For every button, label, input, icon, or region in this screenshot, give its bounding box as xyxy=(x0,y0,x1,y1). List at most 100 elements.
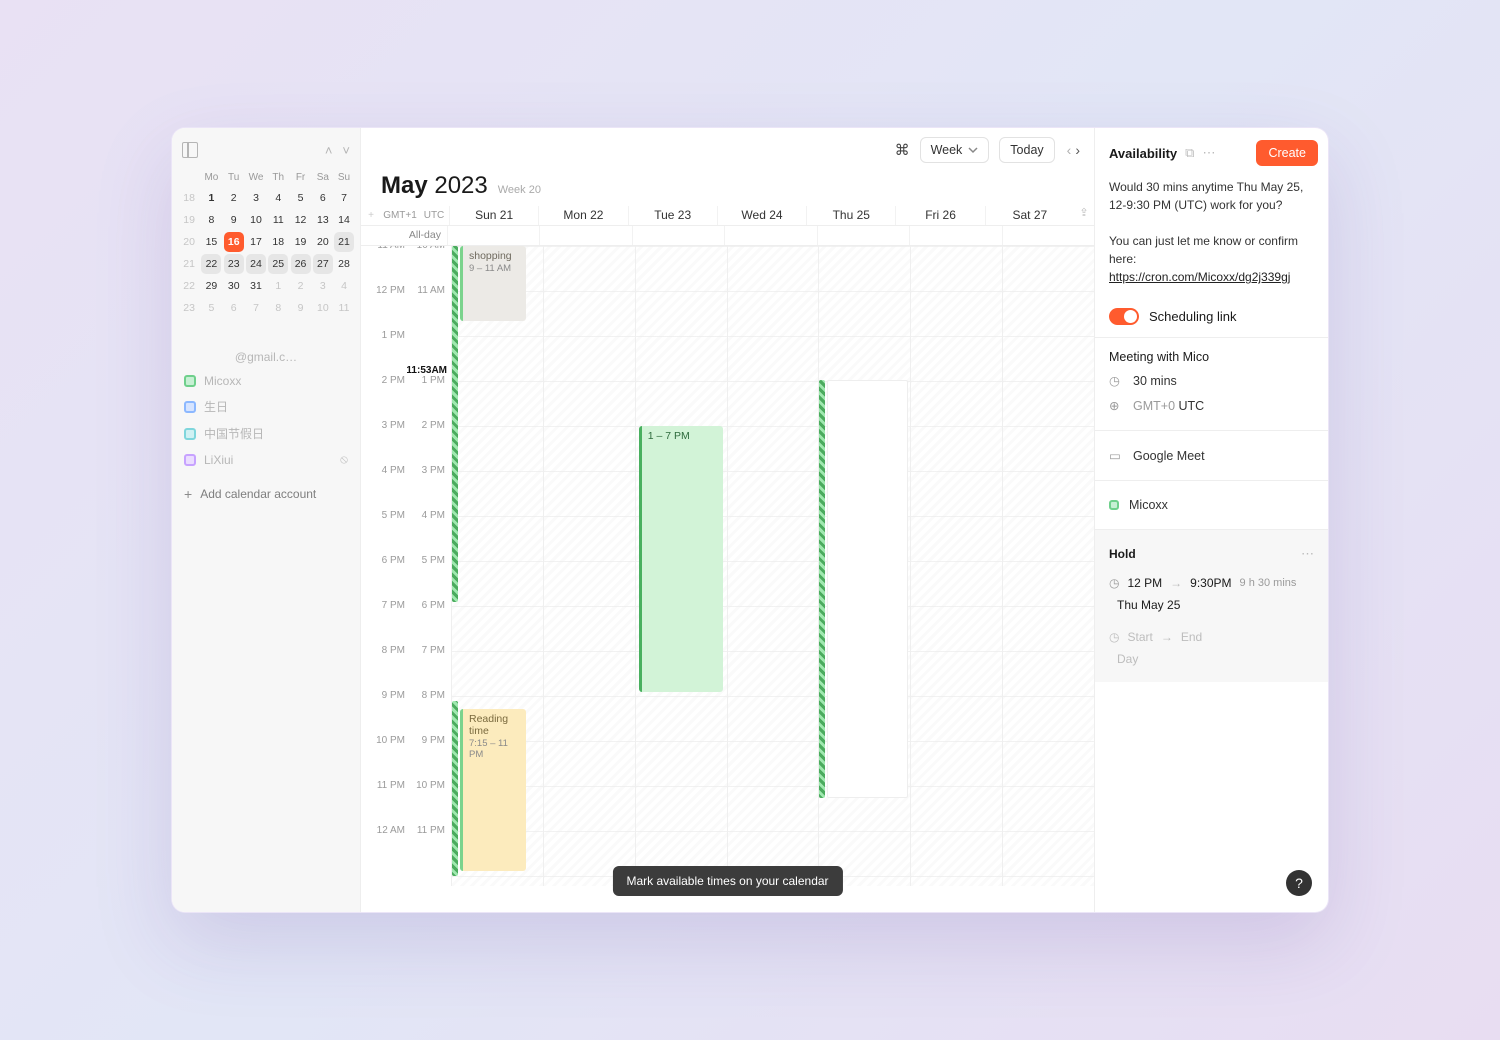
mini-cal-day[interactable]: 23 xyxy=(223,253,245,275)
day-header[interactable]: Wed 24 xyxy=(717,206,806,225)
mini-cal-day[interactable]: 27 xyxy=(312,253,334,275)
mini-cal-day[interactable]: 7 xyxy=(245,297,267,319)
hold-placeholder-day[interactable]: Day xyxy=(1109,648,1314,670)
calendar-item[interactable]: LiXiui ⦸ xyxy=(178,447,354,472)
mini-cal-day[interactable]: 31 xyxy=(245,275,267,297)
day-col-thu[interactable] xyxy=(818,246,910,886)
mini-cal-day[interactable]: 1 xyxy=(200,187,222,209)
day-header[interactable]: Fri 26 xyxy=(895,206,984,225)
mini-cal-day[interactable]: 11 xyxy=(334,297,354,319)
mini-cal-day[interactable]: 6 xyxy=(312,187,334,209)
mini-calendar[interactable]: MoTuWeThFrSaSu18123456719891011121314201… xyxy=(178,168,354,319)
mini-cal-prev-icon[interactable]: ˄ xyxy=(325,143,333,158)
duration-row[interactable]: ◷ 30 mins xyxy=(1109,368,1314,393)
day-header[interactable]: Tue 23 xyxy=(628,206,717,225)
toggle-sidebar-icon[interactable] xyxy=(182,142,198,158)
today-button[interactable]: Today xyxy=(999,137,1054,163)
meeting-title[interactable]: Meeting with Mico xyxy=(1109,350,1314,364)
mini-cal-day[interactable]: 13 xyxy=(312,209,334,231)
scheduling-link[interactable]: https://cron.com/Micoxx/dg2j339gj xyxy=(1109,270,1290,284)
day-col-wed[interactable] xyxy=(727,246,819,886)
day-header[interactable]: Sun 21 xyxy=(449,206,538,225)
mini-cal-day[interactable]: 3 xyxy=(312,275,334,297)
add-account-button[interactable]: Add calendar account xyxy=(178,478,354,510)
mini-cal-day[interactable]: 26 xyxy=(289,253,311,275)
calendar-name: LiXiui xyxy=(204,453,233,467)
prev-week-icon[interactable]: ‹ xyxy=(1067,142,1072,158)
copy-icon[interactable]: ⧉ xyxy=(1185,145,1194,161)
mini-cal-day[interactable]: 14 xyxy=(334,209,354,231)
help-button[interactable]: ? xyxy=(1286,870,1312,896)
mini-cal-day[interactable]: 5 xyxy=(289,187,311,209)
mini-cal-next-icon[interactable]: ˅ xyxy=(342,143,350,158)
calendar-grid[interactable]: 11 AM12 PM1 PM2 PM3 PM4 PM5 PM6 PM7 PM8 … xyxy=(361,246,1094,912)
hold-placeholder-time[interactable]: ◷ Start → End xyxy=(1109,626,1314,648)
mini-cal-day[interactable]: 12 xyxy=(289,209,311,231)
mini-cal-day[interactable]: 4 xyxy=(334,275,354,297)
mini-cal-day[interactable]: 29 xyxy=(200,275,222,297)
mini-cal-day[interactable]: 9 xyxy=(289,297,311,319)
mini-cal-day[interactable]: 10 xyxy=(312,297,334,319)
share-icon[interactable]: ⇪ xyxy=(1074,206,1094,225)
mini-cal-day[interactable]: 2 xyxy=(289,275,311,297)
hold-day-row[interactable]: Thu May 25 xyxy=(1109,594,1314,616)
hold-section: Hold ⋯ ◷ 12 PM → 9:30PM 9 h 30 mins Thu … xyxy=(1095,529,1328,682)
day-col-fri[interactable] xyxy=(910,246,1002,886)
mini-cal-day[interactable]: 21 xyxy=(334,231,354,253)
mini-cal-day[interactable]: 16 xyxy=(223,231,245,253)
hold-time-row[interactable]: ◷ 12 PM → 9:30PM 9 h 30 mins xyxy=(1109,572,1314,594)
account-primary[interactable]: @gmail.c… xyxy=(178,337,354,369)
mini-cal-day[interactable]: 20 xyxy=(312,231,334,253)
more-icon[interactable]: ⋯ xyxy=(1202,145,1215,161)
scheduling-link-toggle[interactable] xyxy=(1109,308,1139,325)
calendar-item[interactable]: Micoxx xyxy=(178,369,354,393)
mini-cal-day[interactable]: 19 xyxy=(289,231,311,253)
mini-cal-day[interactable]: 11 xyxy=(267,209,289,231)
mini-cal-day[interactable]: 5 xyxy=(200,297,222,319)
view-switcher[interactable]: Week xyxy=(920,137,990,163)
mini-cal-day[interactable]: 24 xyxy=(245,253,267,275)
create-button[interactable]: Create xyxy=(1256,140,1318,166)
hold-more-icon[interactable]: ⋯ xyxy=(1301,546,1314,562)
hidden-icon[interactable]: ⦸ xyxy=(340,452,348,467)
toggle-label: Scheduling link xyxy=(1149,309,1236,324)
event-shopping[interactable]: shopping 9 – 11 AM xyxy=(460,246,526,321)
day-col-sun[interactable]: shopping 9 – 11 AM Reading time 7:15 – 1… xyxy=(451,246,543,886)
mini-cal-day[interactable]: 28 xyxy=(334,253,354,275)
mini-cal-day[interactable]: 1 xyxy=(267,275,289,297)
day-header[interactable]: Mon 22 xyxy=(538,206,627,225)
next-week-icon[interactable]: › xyxy=(1075,142,1080,158)
mini-cal-day[interactable]: 3 xyxy=(245,187,267,209)
mini-cal-day[interactable]: 15 xyxy=(200,231,222,253)
calendar-item[interactable]: 中国节假日 xyxy=(178,420,354,447)
day-col-sat[interactable] xyxy=(1002,246,1094,886)
mini-cal-day[interactable]: 8 xyxy=(200,209,222,231)
day-col-mon[interactable] xyxy=(543,246,635,886)
mini-cal-day[interactable]: 30 xyxy=(223,275,245,297)
event-tue[interactable]: 1 – 7 PM xyxy=(639,426,723,692)
hold-slot[interactable] xyxy=(827,380,908,798)
mini-cal-day[interactable]: 17 xyxy=(245,231,267,253)
timezone-row[interactable]: ⊕ GMT+0 UTC xyxy=(1109,393,1314,418)
calendar-row[interactable]: Micoxx xyxy=(1109,493,1314,517)
tz-left-label[interactable]: GMT+1 xyxy=(381,206,419,225)
mini-cal-day[interactable]: 22 xyxy=(200,253,222,275)
mini-cal-day[interactable]: 10 xyxy=(245,209,267,231)
day-header[interactable]: Thu 25 xyxy=(806,206,895,225)
day-col-tue[interactable]: 1 – 7 PM xyxy=(635,246,727,886)
add-tz-icon[interactable]: + xyxy=(361,206,381,225)
tz-right-label[interactable]: UTC xyxy=(419,206,449,225)
command-icon[interactable]: ⌘ xyxy=(895,141,910,159)
event-reading[interactable]: Reading time 7:15 – 11 PM xyxy=(460,709,526,871)
day-header[interactable]: Sat 27 xyxy=(985,206,1074,225)
mini-cal-day[interactable]: 8 xyxy=(267,297,289,319)
mini-cal-day[interactable]: 6 xyxy=(223,297,245,319)
mini-cal-day[interactable]: 9 xyxy=(223,209,245,231)
mini-cal-day[interactable]: 18 xyxy=(267,231,289,253)
mini-cal-day[interactable]: 2 xyxy=(223,187,245,209)
mini-cal-day[interactable]: 25 xyxy=(267,253,289,275)
mini-cal-day[interactable]: 4 xyxy=(267,187,289,209)
conference-row[interactable]: ▭ Google Meet xyxy=(1109,443,1314,468)
mini-cal-day[interactable]: 7 xyxy=(334,187,354,209)
calendar-item[interactable]: 生日 xyxy=(178,393,354,420)
